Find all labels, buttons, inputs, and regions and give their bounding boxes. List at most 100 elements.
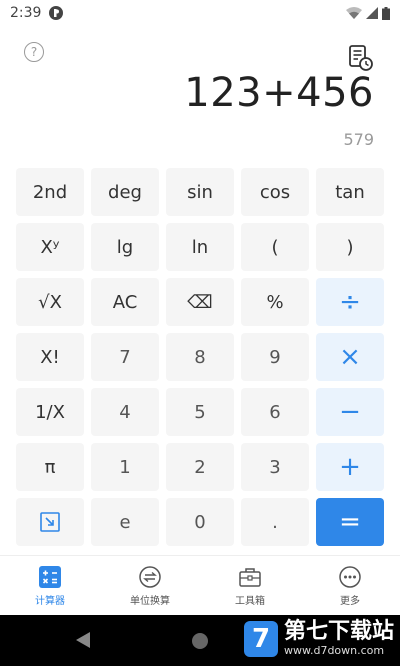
key-e-label: e <box>119 511 131 533</box>
battery-icon <box>382 6 390 20</box>
signal-icon <box>366 7 378 19</box>
key-open-paren[interactable]: ( <box>241 223 309 271</box>
watermark-title: 第七下载站 <box>283 619 394 644</box>
nav-label-more: 更多 <box>340 595 360 607</box>
key-0-label: 0 <box>194 511 206 533</box>
status-right <box>346 6 390 20</box>
key-factorial[interactable]: X! <box>16 333 84 381</box>
result-preview: 579 <box>343 130 374 149</box>
key-6-label: 6 <box>269 401 281 423</box>
watermark-logo: 7 <box>243 621 278 657</box>
key-9[interactable]: 9 <box>241 333 309 381</box>
key-2nd[interactable]: 2nd <box>16 168 84 216</box>
key-backspace-label: ⌫ <box>187 291 213 313</box>
key-power-label: Xʸ <box>40 236 60 258</box>
status-left: 2:39 <box>10 5 64 21</box>
nav-label-unit-conversion: 单位换算 <box>130 595 170 607</box>
key-1[interactable]: 1 <box>91 443 159 491</box>
key-pi[interactable]: π <box>16 443 84 491</box>
key-equals[interactable]: = <box>316 498 384 546</box>
nav-label-toolbox: 工具箱 <box>235 595 265 607</box>
key-2-label: 2 <box>194 456 206 478</box>
help-icon[interactable]: ? <box>24 42 44 62</box>
key-0[interactable]: 0 <box>166 498 234 546</box>
key-decimal[interactable]: . <box>241 498 309 546</box>
key-divide[interactable]: ÷ <box>316 278 384 326</box>
keypad: 2nd deg sin cos tan Xʸ lg ln () √X AC ⌫% ÷ X! 7 8 9 × 1/X 4… <box>16 168 384 546</box>
key-cos-label: cos <box>259 181 291 203</box>
key-multiply-label: × <box>339 342 361 372</box>
notification-app-icon <box>49 6 64 20</box>
key-decimal-label: . <box>272 511 278 533</box>
key-ln-label: ln <box>191 236 209 258</box>
status-bar: 2:39 <box>0 0 400 26</box>
nav-item-unit-conversion[interactable]: 单位换算 <box>100 556 200 616</box>
key-equals-label: = <box>339 507 361 537</box>
key-clear[interactable]: AC <box>91 278 159 326</box>
key-lg-label: lg <box>116 236 134 258</box>
key-backspace[interactable]: ⌫ <box>166 278 234 326</box>
key-plus-label: + <box>339 452 361 482</box>
key-5[interactable]: 5 <box>166 388 234 436</box>
key-percent-label: % <box>266 291 284 313</box>
key-3[interactable]: 3 <box>241 443 309 491</box>
key-power[interactable]: Xʸ <box>16 223 84 271</box>
key-clear-label: AC <box>112 291 138 313</box>
key-multiply[interactable]: × <box>316 333 384 381</box>
key-minus-label: − <box>339 397 361 427</box>
calculator-icon <box>39 565 61 588</box>
exchange-icon <box>139 565 161 588</box>
key-2[interactable]: 2 <box>166 443 234 491</box>
nav-label-calculator: 计算器 <box>35 595 65 607</box>
expression-display: 123+456 <box>184 70 374 116</box>
key-tan-label: tan <box>335 181 365 203</box>
key-2nd-label: 2nd <box>32 181 68 203</box>
watermark-url: www.d7down.com <box>283 644 385 657</box>
key-4[interactable]: 4 <box>91 388 159 436</box>
bottom-nav: 计算器 单位换算 工具箱 更多 <box>0 555 400 616</box>
key-reciprocal-label: 1/X <box>35 401 65 423</box>
key-plus[interactable]: + <box>316 443 384 491</box>
key-factorial-label: X! <box>40 346 60 368</box>
watermark-texts: 第七下载站 www.d7down.com <box>284 620 394 658</box>
key-8[interactable]: 8 <box>166 333 234 381</box>
key-1-label: 1 <box>119 456 131 478</box>
key-e[interactable]: e <box>91 498 159 546</box>
status-time: 2:39 <box>10 5 42 21</box>
nav-item-more[interactable]: 更多 <box>300 556 400 616</box>
key-lg[interactable]: lg <box>91 223 159 271</box>
watermark: 7 第七下载站 www.d7down.com <box>243 620 394 658</box>
key-4-label: 4 <box>119 401 131 423</box>
key-sin[interactable]: sin <box>166 168 234 216</box>
nav-item-toolbox[interactable]: 工具箱 <box>200 556 300 616</box>
key-5-label: 5 <box>194 401 206 423</box>
key-cos[interactable]: cos <box>241 168 309 216</box>
nav-item-calculator[interactable]: 计算器 <box>0 556 100 616</box>
home-icon[interactable] <box>192 633 208 649</box>
wifi-icon <box>346 7 362 19</box>
key-collapse[interactable] <box>16 498 84 546</box>
key-close-paren[interactable]: ) <box>316 223 384 271</box>
key-minus[interactable]: − <box>316 388 384 436</box>
key-7-label: 7 <box>119 346 131 368</box>
more-icon <box>339 565 361 588</box>
key-3-label: 3 <box>269 456 281 478</box>
key-percent[interactable]: % <box>241 278 309 326</box>
key-reciprocal[interactable]: 1/X <box>16 388 84 436</box>
key-sqrt-label: √X <box>38 291 62 313</box>
key-deg-label: deg <box>108 181 142 203</box>
key-ln[interactable]: ln <box>166 223 234 271</box>
history-icon[interactable] <box>348 44 374 72</box>
key-sqrt[interactable]: √X <box>16 278 84 326</box>
back-icon[interactable] <box>76 632 92 648</box>
key-close-paren-label: ) <box>346 236 354 258</box>
collapse-keypad-icon <box>40 512 60 532</box>
key-7[interactable]: 7 <box>91 333 159 381</box>
key-tan[interactable]: tan <box>316 168 384 216</box>
key-open-paren-label: ( <box>271 236 279 258</box>
key-sin-label: sin <box>187 181 213 203</box>
key-6[interactable]: 6 <box>241 388 309 436</box>
key-8-label: 8 <box>194 346 206 368</box>
key-deg[interactable]: deg <box>91 168 159 216</box>
key-divide-label: ÷ <box>339 287 361 317</box>
